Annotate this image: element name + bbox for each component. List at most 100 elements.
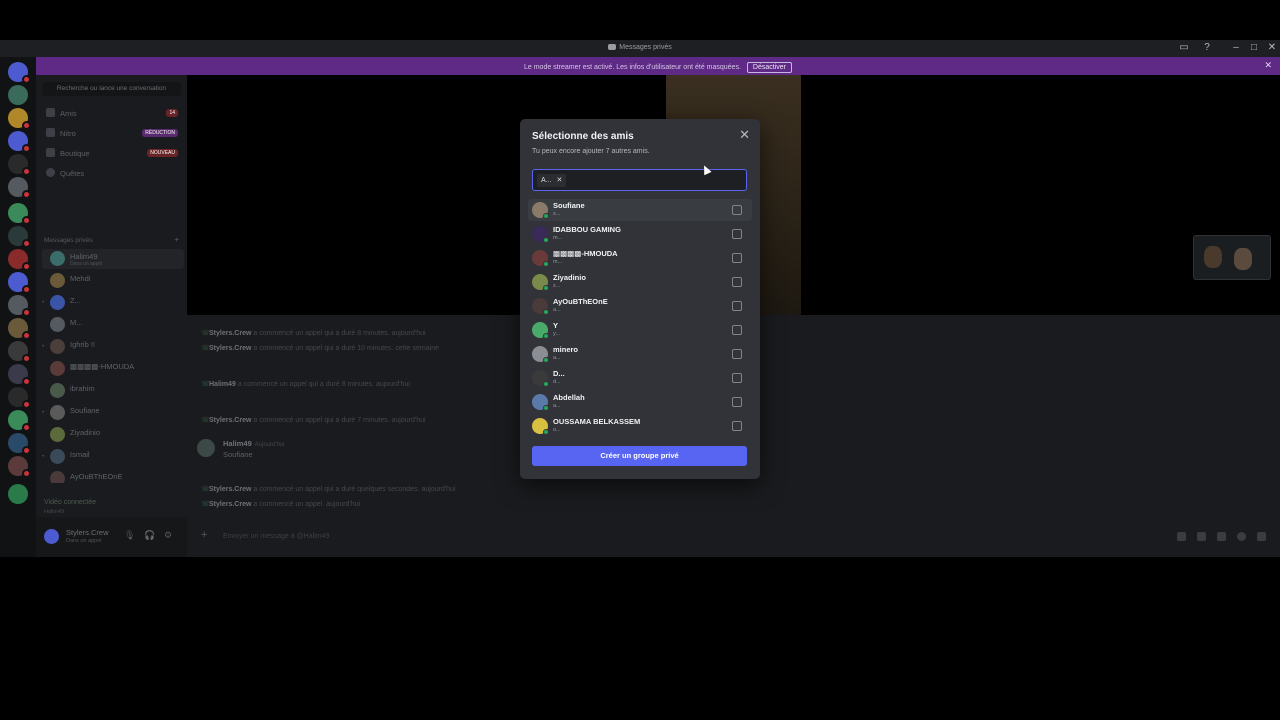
call-message: ☏Stylers.Crew a commencé un appel. aujou… [201, 501, 361, 508]
dm-search-input[interactable]: Recherche ou lance une conversation [42, 82, 181, 96]
close-icon[interactable]: ✕ [739, 127, 750, 143]
close-window-icon[interactable]: ✕ [1265, 42, 1279, 53]
minimize-icon[interactable]: – [1229, 42, 1243, 53]
video-thumbnail[interactable] [1193, 235, 1271, 280]
server-icon[interactable] [8, 341, 31, 363]
server-icon[interactable] [8, 410, 31, 432]
friend-row[interactable]: Soufiane s... [528, 199, 752, 221]
dm-item[interactable]: Halim49 Dans un appel [42, 249, 184, 269]
window-title: Messages privés [619, 44, 672, 51]
dm-item[interactable]: ibrahim [42, 381, 184, 401]
avatar [532, 298, 549, 315]
close-banner-icon[interactable]: ✕ [1264, 60, 1272, 71]
online-status [543, 261, 549, 267]
nav-quests[interactable]: Quêtes [44, 165, 182, 181]
selected-friend-tag[interactable]: A... ✕ [537, 174, 567, 187]
server-icon[interactable] [8, 364, 31, 386]
username: Stylers.Crew [66, 528, 109, 537]
friend-checkbox[interactable] [732, 325, 742, 335]
shop-icon [46, 148, 55, 157]
online-status [543, 237, 549, 243]
server-icon[interactable] [8, 154, 31, 176]
friend-row[interactable]: ▩▩▩▩-HMOUDA m... [528, 247, 752, 269]
friend-checkbox[interactable] [732, 421, 742, 431]
maximize-icon[interactable]: □ [1247, 42, 1261, 53]
server-icon[interactable] [8, 131, 31, 153]
discover-icon[interactable] [8, 484, 28, 504]
friend-search-input[interactable]: A... ✕ [532, 169, 747, 191]
server-icon[interactable] [8, 387, 31, 409]
friend-row[interactable]: Y y... [528, 319, 752, 341]
inbox-icon[interactable]: ▭ [1177, 42, 1191, 53]
server-icon[interactable] [8, 433, 31, 455]
message-composer[interactable]: + Envoyer un message à @Halim49 [197, 527, 1271, 547]
friend-checkbox[interactable] [732, 277, 742, 287]
gif-icon[interactable] [1197, 532, 1206, 541]
friend-row[interactable]: Abdellah a... [528, 391, 752, 413]
gift-icon[interactable] [1177, 532, 1186, 541]
avatar [532, 226, 549, 243]
server-icon[interactable] [8, 226, 31, 248]
dm-item[interactable]: AyOuBThEOnE [42, 469, 184, 483]
dm-item[interactable]: Mehdi [42, 271, 184, 291]
server-icon[interactable] [8, 295, 31, 317]
headset-icon[interactable]: 🎧 [144, 530, 155, 541]
emoji-icon[interactable] [1237, 532, 1246, 541]
remove-tag-icon[interactable]: ✕ [557, 177, 563, 184]
help-icon[interactable]: ? [1200, 42, 1214, 53]
avatar[interactable] [44, 529, 59, 544]
microphone-icon[interactable]: 🎙 [124, 530, 135, 541]
friend-row[interactable]: AyOuBThEOnE a... [528, 295, 752, 317]
dm-item[interactable]: Ziyadinio [42, 425, 184, 445]
avatar[interactable] [197, 439, 215, 457]
nav-friends[interactable]: Amis 14 [44, 105, 182, 121]
friend-checkbox[interactable] [732, 205, 742, 215]
dm-item[interactable]: M... [42, 315, 184, 335]
friend-row[interactable]: Ziyadinio z... [528, 271, 752, 293]
dm-item[interactable]: • Ighrib !! [42, 337, 184, 357]
call-message: ☏Stylers.Crew a commencé un appel qui a … [201, 486, 456, 493]
dm-item[interactable]: • Soufiane [42, 403, 184, 423]
server-icon[interactable] [8, 108, 31, 130]
server-icon[interactable] [8, 456, 31, 478]
apps-icon[interactable] [1257, 532, 1266, 541]
server-icon[interactable] [8, 272, 31, 294]
server-icon[interactable] [8, 318, 31, 340]
sticker-icon[interactable] [1217, 532, 1226, 541]
avatar [532, 418, 549, 435]
server-icon[interactable] [8, 249, 31, 271]
settings-icon[interactable]: ⚙ [164, 530, 172, 541]
dm-item[interactable]: ▩▩▩▩-HMOUDA [42, 359, 184, 379]
friend-checkbox[interactable] [732, 397, 742, 407]
attach-icon[interactable]: + [201, 529, 207, 541]
friend-checkbox[interactable] [732, 373, 742, 383]
nav-shop[interactable]: Boutique NOUVEAU [44, 145, 182, 161]
phone-icon: ☏ [201, 417, 210, 424]
unread-indicator: • [42, 344, 45, 350]
friend-row[interactable]: D... d... [528, 367, 752, 389]
message-input[interactable]: Envoyer un message à @Halim49 [223, 533, 329, 540]
create-private-group-button[interactable]: Créer un groupe privé [532, 446, 747, 466]
server-icon[interactable] [8, 177, 31, 199]
create-dm-icon[interactable]: + [174, 235, 179, 244]
online-status [543, 309, 549, 315]
chat-message: Halim49 Aujourd'hui Soufiane [197, 439, 497, 465]
online-status [543, 381, 549, 387]
friend-checkbox[interactable] [732, 349, 742, 359]
friend-row[interactable]: IDABBOU GAMING m... [528, 223, 752, 245]
friend-checkbox[interactable] [732, 301, 742, 311]
online-status [543, 357, 549, 363]
friend-checkbox[interactable] [732, 229, 742, 239]
dm-item[interactable]: • Z... [42, 293, 184, 313]
nav-nitro[interactable]: Nitro RÉDUCTION [44, 125, 182, 141]
friend-row[interactable]: minero a... [528, 343, 752, 365]
server-icon[interactable] [8, 203, 31, 225]
friend-checkbox[interactable] [732, 253, 742, 263]
dm-item[interactable]: • Ismail [42, 447, 184, 467]
phone-icon: ☏ [201, 381, 210, 388]
disable-streamer-button[interactable]: Désactiver [746, 62, 792, 73]
user-panel: Stylers.Crew Dans un appel 🎙 🎧 ⚙ [36, 517, 187, 557]
server-icon[interactable] [8, 85, 28, 105]
direct-messages-icon[interactable] [8, 62, 31, 84]
friend-row[interactable]: OUSSAMA BELKASSEM o... [528, 415, 752, 437]
